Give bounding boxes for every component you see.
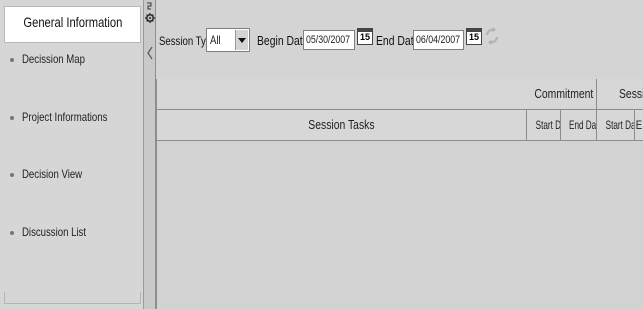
bullet-icon xyxy=(10,115,14,120)
begin-date-input[interactable]: 05/30/2007 xyxy=(303,30,355,50)
gear-icon[interactable] xyxy=(145,2,155,28)
end-date-input[interactable]: 06/04/2007 xyxy=(413,30,464,50)
column-header-session-tasks[interactable]: Session Tasks xyxy=(157,110,527,141)
nav-item-label: Project Informations xyxy=(22,110,108,124)
column-group-session: Sessi xyxy=(597,79,643,110)
bullet-icon xyxy=(10,57,14,62)
chevron-left-icon[interactable] xyxy=(147,46,153,60)
filter-toolbar: Session Type All Begin Date 05/30/2007 1… xyxy=(156,0,643,79)
calendar-icon[interactable]: 15 xyxy=(466,28,482,45)
column-header-session-end-date[interactable]: E xyxy=(635,110,643,141)
sidebar: General Information Decission Map Projec… xyxy=(0,0,144,309)
sidebar-header[interactable]: General Information xyxy=(4,6,141,43)
session-type-value: All xyxy=(210,33,221,47)
sidebar-header-label: General Information xyxy=(22,14,122,30)
column-header-label: E xyxy=(635,118,643,132)
column-header-label: Start Date xyxy=(605,118,635,132)
column-header-label: Session Tasks xyxy=(308,117,375,132)
session-tasks-grid: Commitment Sessi Session Tasks Start Dat… xyxy=(156,79,643,309)
nav-item-label: Decission Map xyxy=(22,52,85,66)
column-header-session-start-date[interactable]: Start Date xyxy=(597,110,635,141)
refresh-icon[interactable] xyxy=(484,26,500,46)
bullet-icon xyxy=(10,172,14,177)
calendar-day-number: 15 xyxy=(359,32,370,42)
nav-item-project-informations[interactable]: Project Informations xyxy=(10,108,129,126)
grid-header-spacer xyxy=(157,79,527,110)
nav-item-label: Decision View xyxy=(22,167,83,181)
column-header-label: Start Date xyxy=(535,118,561,132)
nav-item-label: Discussion List xyxy=(22,225,87,239)
grid-body xyxy=(157,141,643,309)
column-header-commitment-end-date[interactable]: End Date xyxy=(561,110,597,141)
session-type-select[interactable]: All xyxy=(206,28,250,52)
end-date-value: 06/04/2007 xyxy=(416,34,461,46)
column-header-label: End Date xyxy=(569,118,597,132)
begin-date-value: 05/30/2007 xyxy=(306,34,351,46)
column-group-label: Sessi xyxy=(619,86,643,101)
nav-item-discussion-list[interactable]: Discussion List xyxy=(10,223,102,241)
nav-item-decission-map[interactable]: Decission Map xyxy=(10,50,101,68)
calendar-day-number: 15 xyxy=(468,32,479,42)
column-header-commitment-start-date[interactable]: Start Date xyxy=(527,110,561,141)
chevron-down-icon[interactable] xyxy=(235,30,248,50)
column-group-commitment: Commitment xyxy=(527,79,597,110)
sidebar-splitter[interactable] xyxy=(144,0,156,309)
nav-item-decision-view[interactable]: Decision View xyxy=(10,165,97,183)
bullet-icon xyxy=(10,230,14,235)
sidebar-footer-frame xyxy=(4,292,141,304)
begin-date-label: Begin Date xyxy=(257,33,309,48)
column-group-label: Commitment xyxy=(534,86,594,101)
calendar-icon[interactable]: 15 xyxy=(357,28,373,45)
